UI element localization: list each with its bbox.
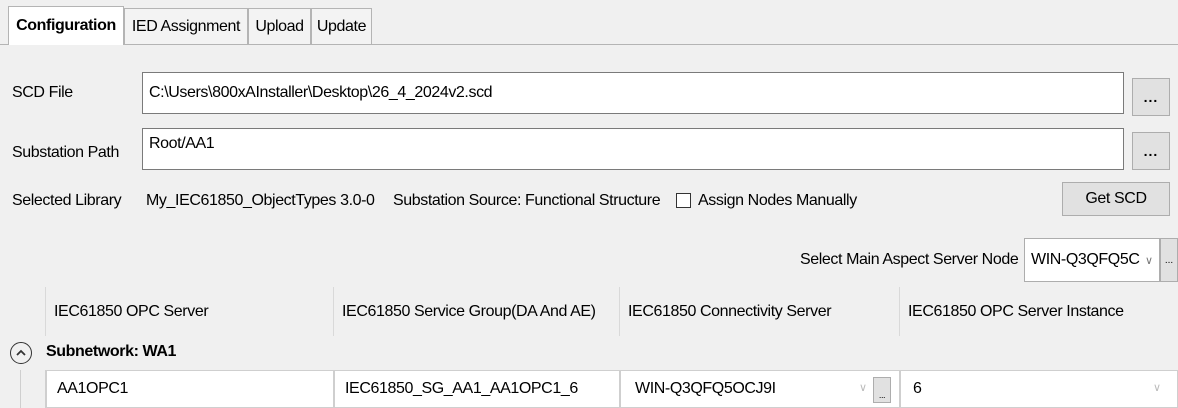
- main-aspect-combo[interactable]: WIN-Q3QFQ5C ∨: [1024, 238, 1160, 282]
- chevron-up-icon: [16, 349, 26, 356]
- group-row: Subnetwork: WA1: [0, 336, 1178, 370]
- row-header-column: [0, 287, 46, 336]
- browse-label: ...: [1143, 89, 1159, 105]
- column-header-label: IEC61850 Service Group(DA And AE): [342, 302, 596, 320]
- cell-connectivity-server[interactable]: WIN-Q3QFQ5OCJ9I ∨ ...: [620, 370, 900, 408]
- chevron-down-icon: ∨: [859, 382, 867, 394]
- substation-path-browse-button[interactable]: ...: [1132, 132, 1170, 170]
- column-header-opc-server-instance[interactable]: IEC61850 OPC Server Instance: [900, 287, 1178, 336]
- get-scd-button[interactable]: Get SCD: [1062, 182, 1170, 216]
- tab-label: Update: [316, 17, 367, 35]
- scd-file-browse-button[interactable]: ...: [1132, 78, 1170, 116]
- selected-library-label: Selected Library: [12, 192, 122, 209]
- browse-label: ...: [878, 390, 886, 400]
- substation-source-text: Substation Source: Functional Structure: [393, 192, 661, 209]
- connectivity-server-value: WIN-Q3QFQ5OCJ9I: [635, 380, 776, 397]
- get-scd-label: Get SCD: [1085, 190, 1147, 207]
- column-header-connectivity-server[interactable]: IEC61850 Connectivity Server: [620, 287, 900, 336]
- main-aspect-value: WIN-Q3QFQ5C: [1031, 251, 1140, 268]
- grid-header: IEC61850 OPC Server IEC61850 Service Gro…: [0, 287, 1178, 336]
- group-label: Subnetwork: WA1: [46, 343, 177, 360]
- cell-opc-server-instance[interactable]: 6 ∨: [900, 370, 1178, 408]
- cell-opc-server[interactable]: AA1OPC1: [46, 370, 334, 408]
- collapse-button[interactable]: [10, 342, 32, 364]
- tab-label: Upload: [255, 17, 304, 35]
- tab-label: IED Assignment: [131, 17, 241, 35]
- table-row[interactable]: AA1OPC1 IEC61850_SG_AA1_AA1OPC1_6 WIN-Q3…: [0, 370, 1178, 408]
- column-header-label: IEC61850 Connectivity Server: [628, 302, 832, 320]
- selected-library-value: My_IEC61850_ObjectTypes 3.0-0: [146, 192, 375, 209]
- chevron-down-icon: ∨: [1153, 382, 1161, 394]
- cell-service-group[interactable]: IEC61850_SG_AA1_AA1OPC1_6: [334, 370, 620, 408]
- tab-update[interactable]: Update: [311, 8, 372, 44]
- instance-value: 6: [913, 380, 922, 397]
- substation-path-input[interactable]: Root/AA1: [142, 128, 1124, 170]
- column-header-opc-server[interactable]: IEC61850 OPC Server: [46, 287, 334, 336]
- main-aspect-label: Select Main Aspect Server Node: [800, 251, 1019, 268]
- tab-configuration[interactable]: Configuration: [8, 6, 124, 45]
- column-header-label: IEC61850 OPC Server Instance: [908, 302, 1124, 320]
- connectivity-browse-button[interactable]: ...: [873, 377, 891, 403]
- tab-label: Configuration: [16, 17, 116, 34]
- row-selector[interactable]: [20, 370, 46, 408]
- tab-ied-assignment[interactable]: IED Assignment: [124, 8, 248, 44]
- assign-nodes-label: Assign Nodes Manually: [698, 192, 857, 209]
- scd-file-input[interactable]: C:\Users\800xAInstaller\Desktop\26_4_202…: [142, 72, 1124, 114]
- assign-nodes-checkbox[interactable]: [676, 193, 691, 208]
- column-header-service-group[interactable]: IEC61850 Service Group(DA And AE): [334, 287, 620, 336]
- column-header-label: IEC61850 OPC Server: [54, 302, 209, 320]
- main-aspect-browse-button[interactable]: ...: [1160, 238, 1178, 282]
- scd-file-label: SCD File: [12, 84, 73, 101]
- chevron-down-icon: ∨: [1145, 254, 1153, 267]
- tab-upload[interactable]: Upload: [248, 8, 311, 44]
- tab-strip: Configuration IED Assignment Upload Upda…: [0, 0, 1178, 45]
- substation-path-label: Substation Path: [12, 144, 119, 161]
- browse-label: ...: [1164, 254, 1174, 266]
- browse-label: ...: [1143, 143, 1159, 159]
